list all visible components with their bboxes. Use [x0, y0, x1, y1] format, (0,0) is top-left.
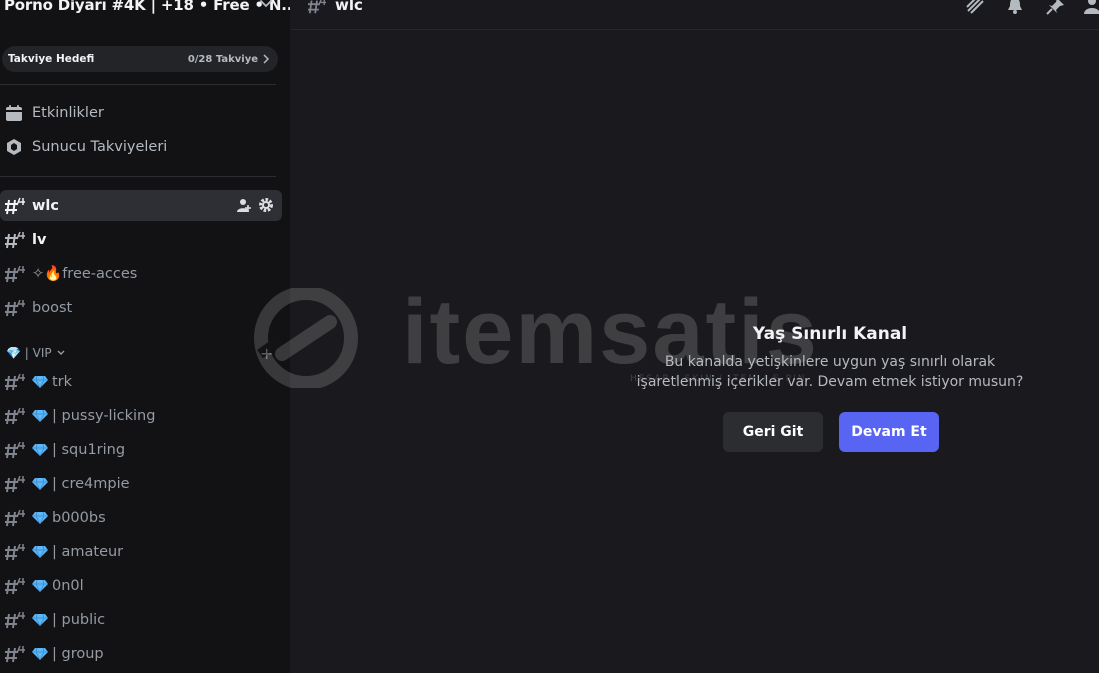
age-restricted-hash-icon	[5, 645, 25, 662]
channel-sidebar: Porno Diyarı #4K | +18 • Free • N... Tak…	[0, 0, 290, 673]
channel-label: | amateur	[52, 543, 124, 560]
age-restricted-hash-icon	[5, 197, 25, 214]
member-list-icon[interactable]	[1083, 0, 1099, 15]
channel-b000bs[interactable]: b000bs	[0, 502, 282, 533]
channel-label: b000bs	[52, 509, 106, 526]
nav-item-server-boosts[interactable]: Sunucu Takviyeleri	[0, 132, 282, 162]
gem-icon	[32, 409, 48, 422]
gem-icon	[32, 443, 48, 456]
header-channel-name: wlc	[335, 0, 363, 14]
channel-lv[interactable]: lv	[0, 224, 282, 255]
channel-cre4mpie[interactable]: | cre4mpie	[0, 468, 282, 499]
gem-icon	[32, 613, 48, 626]
threads-icon[interactable]	[965, 0, 985, 15]
age-restricted-hash-icon	[5, 611, 25, 628]
gem-icon	[32, 545, 48, 558]
channel-squ1ring[interactable]: | squ1ring	[0, 434, 282, 465]
age-restricted-hash-icon	[308, 0, 326, 14]
channel-trk[interactable]: trk	[0, 366, 282, 397]
channel-tools	[236, 197, 274, 213]
nav-item-label: Etkinlikler	[32, 105, 104, 121]
sidebar-divider	[0, 84, 276, 85]
bell-icon[interactable]	[1005, 0, 1025, 15]
boost-count-wrap: 0/28 Takviye	[188, 54, 270, 65]
server-name[interactable]: Porno Diyarı #4K | +18 • Free • N...	[4, 0, 290, 14]
age-restricted-hash-icon	[5, 265, 25, 282]
channel-free-acces[interactable]: ✧🔥free-acces	[0, 258, 282, 289]
nav-item-events[interactable]: Etkinlikler	[0, 98, 282, 128]
category-label: 💎 | VIP	[6, 346, 52, 360]
gem-icon	[32, 579, 48, 592]
channel-public[interactable]: | public	[0, 604, 282, 635]
gem-icon	[32, 511, 48, 524]
calendar-icon	[4, 103, 24, 123]
channel-label: trk	[52, 373, 73, 390]
channel-label: | group	[52, 645, 104, 662]
channel-header: wlc	[291, 0, 1099, 30]
boost-goal-label: Takviye Hedefi	[8, 53, 95, 65]
add-channel-icon[interactable]: +	[260, 344, 273, 363]
gear-icon[interactable]	[258, 197, 274, 213]
channel-label: | public	[52, 611, 106, 628]
boost-count: 0/28 Takviye	[187, 53, 258, 65]
channel-label: | squ1ring	[52, 441, 126, 458]
age-restricted-hash-icon	[5, 475, 25, 492]
age-restricted-hash-icon	[5, 441, 25, 458]
server-header[interactable]: Porno Diyarı #4K | +18 • Free • N...	[0, 0, 290, 14]
gem-icon	[32, 647, 48, 660]
chevron-down-icon	[57, 350, 65, 355]
age-restricted-gate: Yaş Sınırlı Kanal Bu kanalda yetişkinler…	[600, 324, 1060, 392]
category-vip[interactable]: 💎 | VIP +	[6, 344, 276, 363]
channel-label: lv	[32, 231, 47, 248]
channel-label: ✧🔥free-acces	[32, 266, 138, 282]
gate-description: Bu kanalda yetişkinlere uygun yaş sınırl…	[636, 354, 1024, 390]
channel-wlc[interactable]: wlc	[0, 190, 282, 221]
nav-item-label: Sunucu Takviyeleri	[32, 139, 168, 155]
channel-boost[interactable]: boost	[0, 292, 282, 323]
age-restricted-hash-icon	[5, 543, 25, 560]
channel-label: 0n0l	[52, 577, 84, 594]
age-restricted-hash-icon	[5, 577, 25, 594]
invite-icon[interactable]	[236, 197, 252, 213]
chevron-right-icon	[263, 54, 270, 64]
channel-label: wlc	[32, 197, 59, 214]
age-restricted-hash-icon	[5, 231, 25, 248]
age-restricted-hash-icon	[5, 373, 25, 390]
go-back-button[interactable]: Geri Git	[723, 412, 823, 452]
gem-icon	[32, 477, 48, 490]
channel-amateur[interactable]: | amateur	[0, 536, 282, 567]
sidebar-divider	[0, 176, 276, 177]
chevron-down-icon[interactable]	[258, 0, 274, 12]
age-restricted-hash-icon	[5, 299, 25, 316]
gem-icon	[32, 375, 48, 388]
age-restricted-hash-icon	[5, 407, 25, 424]
continue-button[interactable]: Devam Et	[839, 412, 939, 452]
channel-label: | cre4mpie	[52, 475, 130, 492]
gate-title: Yaş Sınırlı Kanal	[752, 324, 908, 344]
channel-pussy-licking[interactable]: | pussy-licking	[0, 400, 282, 431]
channel-label: boost	[32, 299, 73, 316]
channel-label: | pussy-licking	[52, 407, 156, 424]
boost-gem-icon	[4, 137, 24, 157]
pin-icon[interactable]	[1045, 0, 1065, 15]
channel-0n0l[interactable]: 0n0l	[0, 570, 282, 601]
boost-goal-bar[interactable]: Takviye Hedefi 0/28 Takviye	[2, 46, 278, 72]
age-restricted-hash-icon	[5, 509, 25, 526]
channel-group[interactable]: | group	[0, 638, 282, 669]
